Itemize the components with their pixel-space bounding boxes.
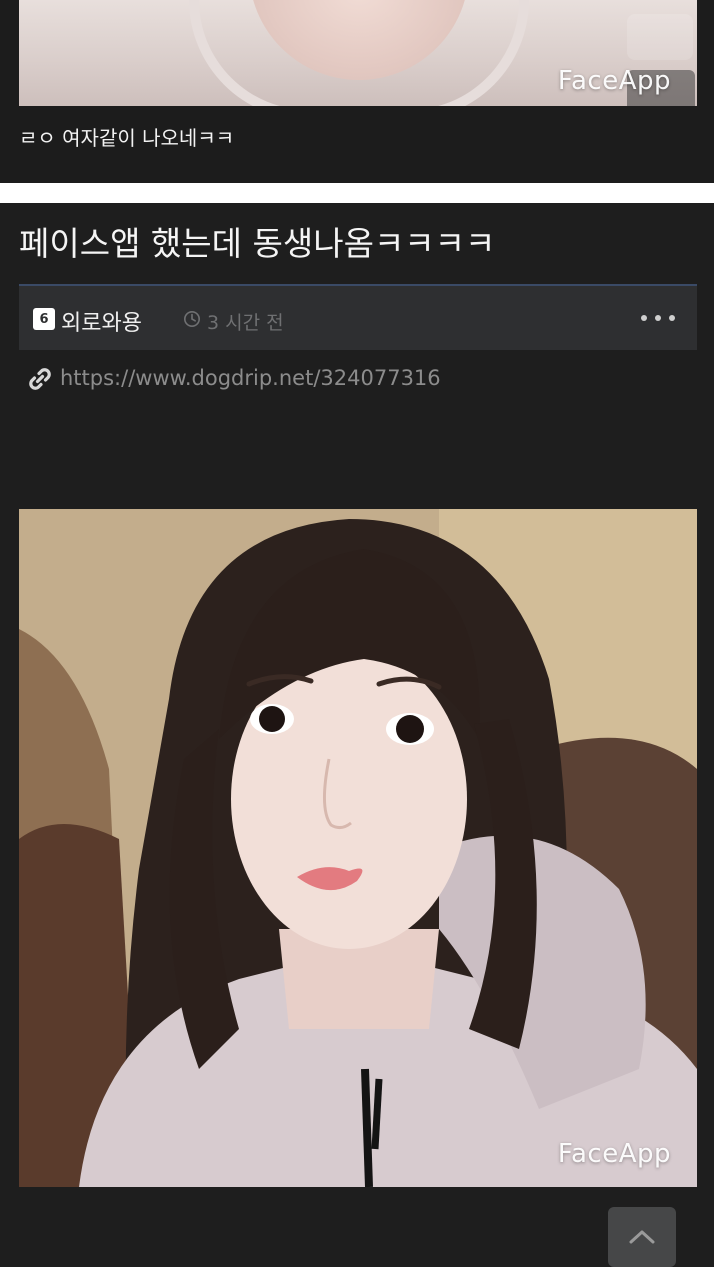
author-name[interactable]: 외로와용 bbox=[61, 305, 142, 337]
scroll-to-top-button[interactable] bbox=[608, 1207, 676, 1267]
post-link[interactable]: https://www.dogdrip.net/324077316 bbox=[60, 366, 441, 390]
post-image[interactable]: FaceApp bbox=[19, 509, 697, 1187]
post-title: 페이스앱 했는데 동생나옴ㅋㅋㅋㅋ bbox=[19, 224, 496, 263]
user-level-badge-icon: 6 bbox=[33, 308, 55, 330]
post-meta-bar: 6 외로와용 3 시간 전 bbox=[19, 284, 697, 350]
link-icon bbox=[29, 368, 51, 390]
clock-icon bbox=[183, 310, 201, 328]
chevron-up-icon bbox=[629, 1230, 655, 1244]
photo-collar bbox=[189, 0, 529, 106]
previous-post-image[interactable]: FaceApp bbox=[19, 0, 697, 106]
faceapp-watermark: FaceApp bbox=[557, 66, 671, 96]
faceapp-watermark: FaceApp bbox=[557, 1139, 671, 1169]
previous-post: FaceApp ㄹㅇ 여자같이 나오네ㅋㅋ bbox=[0, 0, 714, 183]
photo-illustration bbox=[19, 509, 697, 1187]
more-options-icon[interactable] bbox=[641, 308, 675, 328]
post-separator bbox=[0, 183, 714, 203]
post-time: 3 시간 전 bbox=[207, 312, 284, 334]
previous-post-caption: ㄹㅇ 여자같이 나오네ㅋㅋ bbox=[19, 126, 235, 150]
comment-bubble-icon[interactable] bbox=[627, 14, 693, 60]
post: 페이스앱 했는데 동생나옴ㅋㅋㅋㅋ 6 외로와용 3 시간 전 https://… bbox=[0, 203, 714, 1267]
